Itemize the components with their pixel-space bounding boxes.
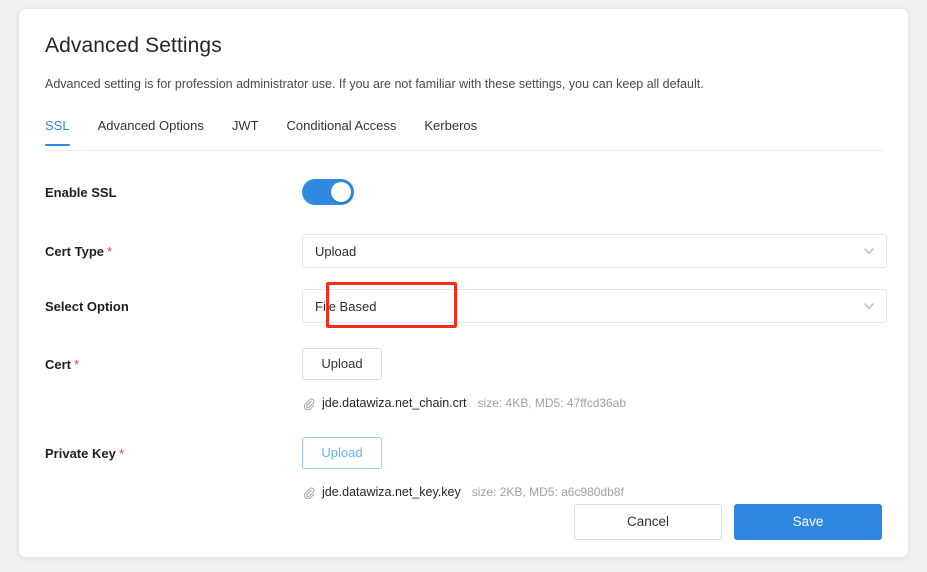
label-enable-ssl: Enable SSL [45,179,302,201]
private-key-upload-button[interactable]: Upload [302,437,382,469]
paperclip-icon [302,397,315,410]
label-cert-text: Cert [45,357,71,372]
field-private-key: Upload jde.datawiza.net_key.key size: 2K… [302,437,882,501]
tab-conditional-access[interactable]: Conditional Access [273,118,411,145]
row-select-option: Select Option File Based [45,289,882,323]
field-enable-ssl [302,179,882,210]
label-enable-ssl-text: Enable SSL [45,185,117,200]
cert-type-select[interactable]: Upload [302,234,887,268]
chevron-down-icon [863,245,875,257]
required-asterisk: * [74,357,79,372]
label-cert-type: Cert Type* [45,234,302,260]
private-key-file-meta: size: 2KB, MD5: a6c980db8f [472,484,624,501]
tab-advanced-options[interactable]: Advanced Options [84,118,218,145]
page-description: Advanced setting is for profession admin… [45,75,882,93]
required-asterisk: * [107,244,112,259]
enable-ssl-toggle[interactable] [302,179,354,205]
required-asterisk: * [119,446,124,461]
row-cert-type: Cert Type* Upload [45,234,882,268]
private-key-attached-file: jde.datawiza.net_key.key size: 2KB, MD5:… [302,483,882,501]
save-button[interactable]: Save [734,504,882,540]
private-key-file-name: jde.datawiza.net_key.key [322,484,461,501]
cert-attached-file: jde.datawiza.net_chain.crt size: 4KB, MD… [302,394,882,412]
page-title: Advanced Settings [45,31,882,61]
row-private-key: Private Key* Upload jde.datawiza.net_key… [45,437,882,501]
cert-file-meta: size: 4KB, MD5: 47ffcd36ab [478,395,627,412]
field-select-option: File Based [302,289,882,323]
paperclip-icon [302,486,315,499]
field-cert-type: Upload [302,234,882,268]
card-content: Advanced Settings Advanced setting is fo… [45,31,882,557]
toggle-knob [331,182,351,202]
settings-tab-bar: SSL Advanced Options JWT Conditional Acc… [45,118,882,151]
label-cert: Cert* [45,348,302,373]
advanced-settings-card: Advanced Settings Advanced setting is fo… [18,8,909,558]
cert-type-selected-value: Upload [315,243,356,260]
select-option-selected-value: File Based [315,298,376,315]
label-select-option: Select Option [45,289,302,315]
label-private-key-text: Private Key [45,446,116,461]
cancel-button[interactable]: Cancel [574,504,722,540]
dialog-footer: Cancel Save [574,504,882,540]
tab-kerberos[interactable]: Kerberos [410,118,491,145]
select-option-select[interactable]: File Based [302,289,887,323]
chevron-down-icon [863,300,875,312]
label-cert-type-text: Cert Type [45,244,104,259]
tab-jwt[interactable]: JWT [218,118,273,145]
tab-ssl[interactable]: SSL [45,118,84,145]
ssl-settings-form: Enable SSL Cert Type* Upload [45,179,882,501]
row-enable-ssl: Enable SSL [45,179,882,213]
cert-file-name: jde.datawiza.net_chain.crt [322,395,467,412]
field-cert: Upload jde.datawiza.net_chain.crt size: … [302,348,882,412]
row-cert: Cert* Upload jde.datawiza.net_chain.crt … [45,348,882,412]
label-private-key: Private Key* [45,437,302,462]
label-select-option-text: Select Option [45,299,129,314]
cert-upload-button[interactable]: Upload [302,348,382,380]
